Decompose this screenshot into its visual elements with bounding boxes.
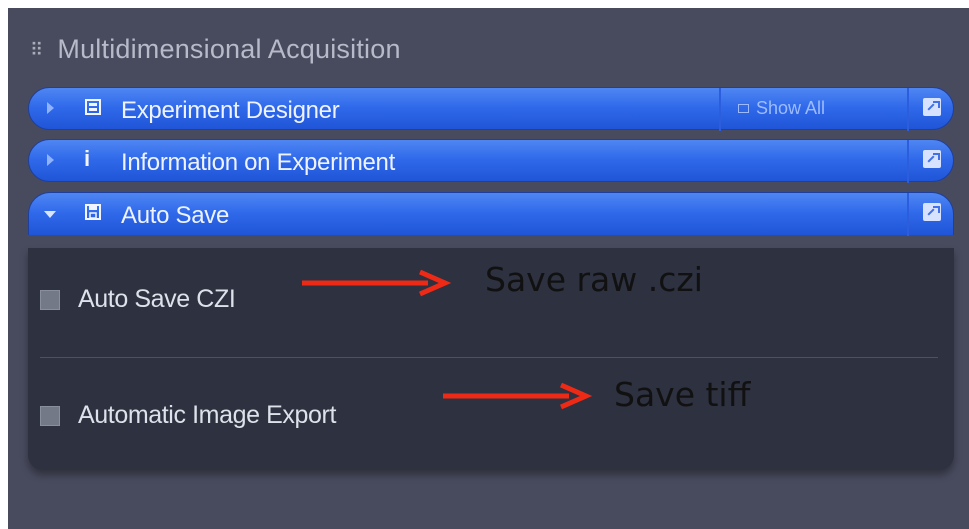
info-icon: i: [84, 146, 91, 171]
divider: [40, 357, 938, 358]
automatic-image-export-label: Automatic Image Export: [78, 401, 336, 429]
popout-icon[interactable]: [923, 98, 941, 116]
automatic-image-export-option[interactable]: Automatic Image Export: [40, 401, 336, 430]
annotation-note-tiff: Save tiff: [614, 375, 751, 414]
floppy-disk-icon: [85, 204, 101, 220]
chevron-right-icon[interactable]: [47, 102, 54, 114]
popout-icon[interactable]: [923, 203, 941, 221]
section-experiment-designer[interactable]: Experiment Designer Show All: [28, 87, 954, 131]
section-auto-save[interactable]: Auto Save: [28, 192, 954, 236]
auto-save-czi-label: Auto Save CZI: [78, 285, 236, 313]
section-label-auto-save: Auto Save: [121, 202, 230, 229]
annotation-note-czi: Save raw .czi: [485, 260, 703, 299]
chevron-down-icon[interactable]: [44, 211, 56, 218]
section-separator: [719, 88, 721, 131]
panel-title: Multidimensional Acquisition: [57, 34, 401, 64]
show-all-button[interactable]: Show All: [738, 98, 825, 119]
experiment-designer-icon: [85, 99, 101, 115]
annotation-arrow-czi: [302, 269, 452, 297]
section-label-experiment-designer: Experiment Designer: [121, 97, 340, 124]
drag-handle-icon[interactable]: ⠿: [30, 41, 43, 59]
section-separator: [907, 140, 909, 183]
show-all-icon: [738, 104, 749, 113]
panel-header: ⠿ Multidimensional Acquisition: [30, 34, 401, 65]
auto-save-czi-option[interactable]: Auto Save CZI: [40, 285, 236, 314]
chevron-right-icon[interactable]: [47, 154, 54, 166]
auto-save-czi-checkbox[interactable]: [40, 289, 60, 310]
section-separator: [907, 193, 909, 236]
section-separator: [907, 88, 909, 131]
show-all-label: Show All: [756, 98, 826, 118]
section-label-information: Information on Experiment: [121, 149, 395, 176]
annotation-arrow-tiff: [443, 382, 593, 410]
section-information-on-experiment[interactable]: i Information on Experiment: [28, 139, 954, 183]
popout-icon[interactable]: [923, 150, 941, 168]
automatic-image-export-checkbox[interactable]: [40, 405, 60, 426]
